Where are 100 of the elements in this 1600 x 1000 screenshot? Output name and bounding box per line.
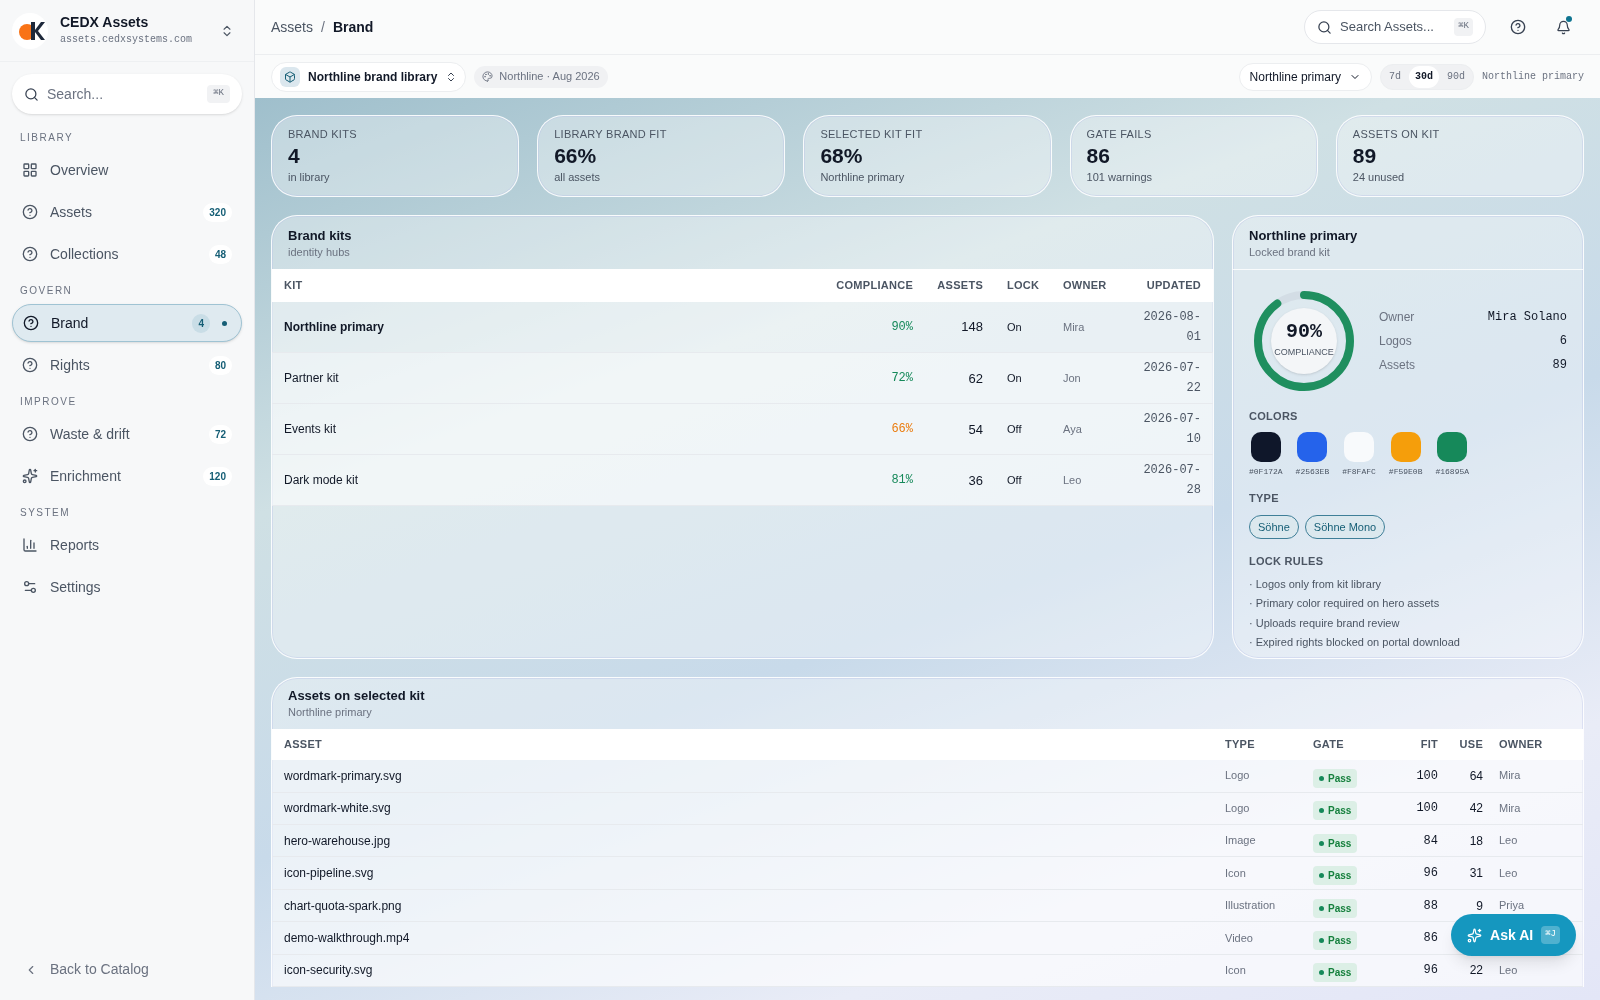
box-icon [280, 66, 300, 87]
table-cell: Logo [1225, 759, 1313, 793]
table-cell: 36 [913, 454, 983, 506]
fact-value: 89 [1552, 356, 1567, 374]
asset-row[interactable]: icon-pipeline.svg Icon Pass 96 31 Leo [272, 856, 1583, 890]
help-icon [22, 246, 38, 262]
nav-label: Assets [50, 202, 93, 222]
help-icon [22, 357, 38, 373]
column-header: TYPE [1225, 728, 1313, 760]
notification-button[interactable] [1554, 18, 1572, 36]
table-cell: 88 [1388, 889, 1438, 922]
kit-dropdown[interactable]: Northline primary [1238, 62, 1372, 91]
kit-row[interactable]: Partner kit 72% 62 On Jon 2026-07-22 [272, 352, 1213, 404]
fact-label: Logos [1379, 332, 1412, 350]
panel-title: Brand kits [288, 228, 353, 245]
shortcut-key: ⌘K [207, 85, 230, 103]
color-code: #0F172A [1249, 466, 1283, 479]
table-cell: Image [1225, 824, 1313, 857]
table-cell: Off [983, 403, 1063, 455]
gate-badge: Pass [1313, 963, 1358, 983]
app-domain: assets.cedxsystems.com [60, 32, 194, 47]
table-cell: On [983, 352, 1063, 404]
logo-icon [12, 12, 48, 49]
range-tab[interactable]: 30d [1408, 65, 1439, 88]
stat-label: BRAND KITS [288, 127, 358, 142]
range-note: Northline primary [1481, 70, 1584, 84]
kit-row[interactable]: Northline primary 90% 148 On Mira 2026-08-01 [272, 301, 1213, 353]
stat-note: in library [288, 169, 331, 185]
ring-label: COMPLIANCE [1274, 346, 1334, 359]
range-tab[interactable]: 7d [1382, 65, 1407, 88]
help-icon[interactable] [1510, 19, 1526, 35]
stat-note: all assets [554, 169, 602, 185]
library-selector[interactable]: Northline brand library [271, 61, 467, 92]
nav-item[interactable]: Overview [12, 151, 242, 189]
nav-item[interactable]: Brand 4 [12, 304, 242, 342]
nav-item[interactable]: Enrichment 120 [12, 457, 242, 495]
table-cell: Video [1225, 921, 1313, 955]
table-cell: 18 [1438, 824, 1483, 857]
asset-row[interactable]: wordmark-white.svg Logo Pass 100 42 Mira [272, 792, 1583, 825]
help-icon [23, 315, 39, 331]
range-tab[interactable]: 90d [1440, 65, 1471, 88]
nav-count: 120 [203, 466, 232, 486]
ring-value: 90% [1286, 322, 1322, 342]
fact-label: Assets [1379, 356, 1415, 374]
panel-subtitle: Locked brand kit [1249, 245, 1331, 261]
nav-label: Settings [50, 577, 102, 597]
table-cell: Icon [1225, 954, 1313, 987]
table-cell: Leo [1483, 856, 1583, 890]
section-heading: GOVERN [19, 284, 74, 298]
column-header: FIT [1388, 728, 1438, 760]
asset-row[interactable]: hero-warehouse.jpg Image Pass 84 18 Leo [272, 824, 1583, 857]
table-cell: 100 [1388, 792, 1438, 825]
search-icon [24, 86, 39, 102]
search-placeholder: Search... [47, 84, 105, 104]
table-cell: Northline primary [272, 301, 803, 353]
table-cell: 62 [913, 352, 983, 404]
section-heading: LIBRARY [19, 131, 75, 145]
table-cell: Icon [1225, 856, 1313, 890]
nav-item[interactable]: Assets 320 [12, 193, 242, 231]
table-cell: 96 [1388, 954, 1438, 987]
nav-item[interactable]: Collections 48 [12, 235, 242, 273]
table-cell: icon-security.svg [272, 954, 1225, 987]
nav-item[interactable]: Rights 80 [12, 346, 242, 384]
table-cell: Dark mode kit [272, 454, 803, 506]
nav-item[interactable]: Reports [12, 526, 242, 564]
nav-item[interactable]: Settings [12, 568, 242, 606]
palette-icon [482, 71, 494, 82]
gate-badge: Pass [1313, 801, 1358, 821]
asset-search-field[interactable]: Search Assets... ⌘K [1304, 10, 1486, 44]
table-cell: Leo [1483, 824, 1583, 857]
table-cell: demo-walkthrough.mp4 [272, 921, 1225, 955]
table-cell: 81% [803, 454, 913, 506]
table-cell: Aya [1063, 403, 1133, 455]
color-code: #16895A [1435, 466, 1470, 479]
app-name: CEDX Assets [60, 14, 150, 32]
bell-icon [1555, 19, 1571, 35]
stat-value: 68% [820, 142, 864, 169]
help-icon [22, 204, 38, 220]
table-cell: Leo [1063, 454, 1133, 506]
back-link[interactable]: Back to Catalog [0, 959, 254, 980]
bar-chart-icon [22, 537, 38, 553]
asset-row[interactable]: chart-quota-spark.png Illustration Pass 88 9 Priya [272, 889, 1583, 922]
kit-row[interactable]: Events kit 66% 54 Off Aya 2026-07-10 [272, 403, 1213, 455]
kit-row[interactable]: Dark mode kit 81% 36 Off Leo 2026-07-28 [272, 454, 1213, 506]
table-cell-text: 2026-07-10 [1142, 411, 1201, 449]
table-cell: 148 [913, 301, 983, 353]
kit-dropdown-value: Northline primary [1249, 68, 1341, 86]
asset-row[interactable]: icon-security.svg Icon Pass 96 22 Leo [272, 954, 1583, 987]
sidebar-search-field[interactable]: Search... ⌘K [12, 74, 242, 114]
breadcrumb-item[interactable]: Assets [271, 16, 313, 38]
search-icon [1317, 19, 1332, 35]
asset-row[interactable]: wordmark-primary.svg Logo Pass 100 64 Mira [272, 759, 1583, 793]
table-cell: 66% [803, 403, 913, 455]
nav-item[interactable]: Waste & drift 72 [12, 415, 242, 453]
table-cell-text: 2026-07-28 [1142, 462, 1201, 500]
nav-label: Enrichment [50, 466, 122, 486]
fact-value: 6 [1559, 332, 1567, 350]
stat-value: 66% [554, 142, 598, 169]
column-header: LOCK [983, 268, 1063, 302]
table-cell: 42 [1438, 792, 1483, 825]
